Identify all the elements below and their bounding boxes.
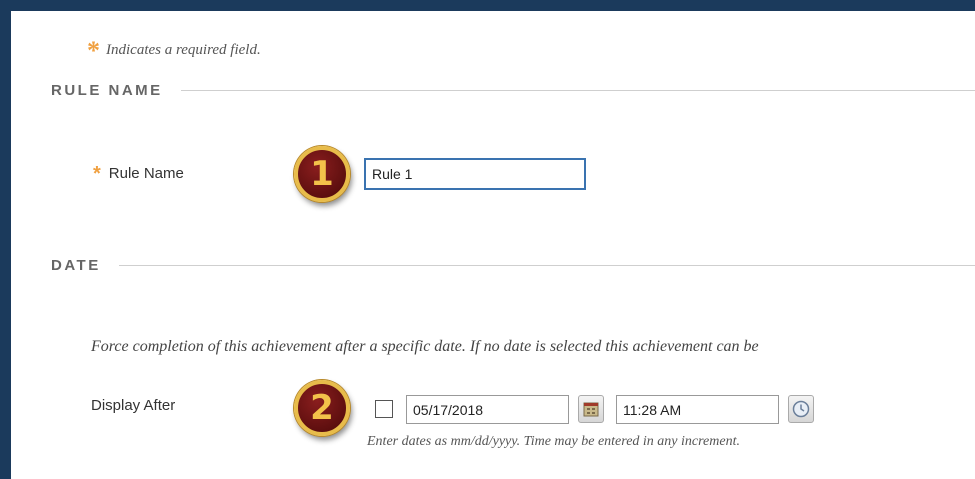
display-after-checkbox[interactable]	[375, 400, 393, 418]
display-after-date-input[interactable]	[406, 395, 569, 424]
required-asterisk-icon: *	[87, 36, 100, 65]
section-title: DATE	[51, 256, 101, 274]
rule-name-label: * Rule Name	[93, 161, 184, 185]
content-panel: * Indicates a required field. RULE NAME *…	[11, 11, 975, 479]
required-field-note: * Indicates a required field.	[87, 31, 261, 65]
required-note-text: Indicates a required field.	[106, 42, 261, 58]
section-divider	[180, 89, 975, 91]
calendar-icon	[583, 402, 599, 417]
date-format-help: Enter dates as mm/dd/yyyy. Time may be e…	[367, 434, 740, 449]
date-picker-button[interactable]	[578, 395, 604, 423]
section-title: RULE NAME	[51, 81, 163, 99]
required-asterisk-icon: *	[93, 163, 101, 185]
section-divider	[118, 264, 975, 266]
section-header-date: DATE	[51, 255, 975, 275]
time-picker-button[interactable]	[788, 395, 814, 423]
rule-name-input[interactable]	[364, 158, 586, 190]
display-after-label: Display After	[91, 397, 176, 414]
step-badge-1: 1	[294, 146, 350, 202]
rule-name-label-text: Rule Name	[108, 165, 184, 182]
clock-icon	[792, 400, 810, 418]
step-badge-2: 2	[294, 380, 350, 436]
display-after-time-input[interactable]	[616, 395, 779, 424]
date-description: Force completion of this achievement aft…	[91, 338, 759, 355]
section-header-rule-name: RULE NAME	[51, 80, 975, 100]
